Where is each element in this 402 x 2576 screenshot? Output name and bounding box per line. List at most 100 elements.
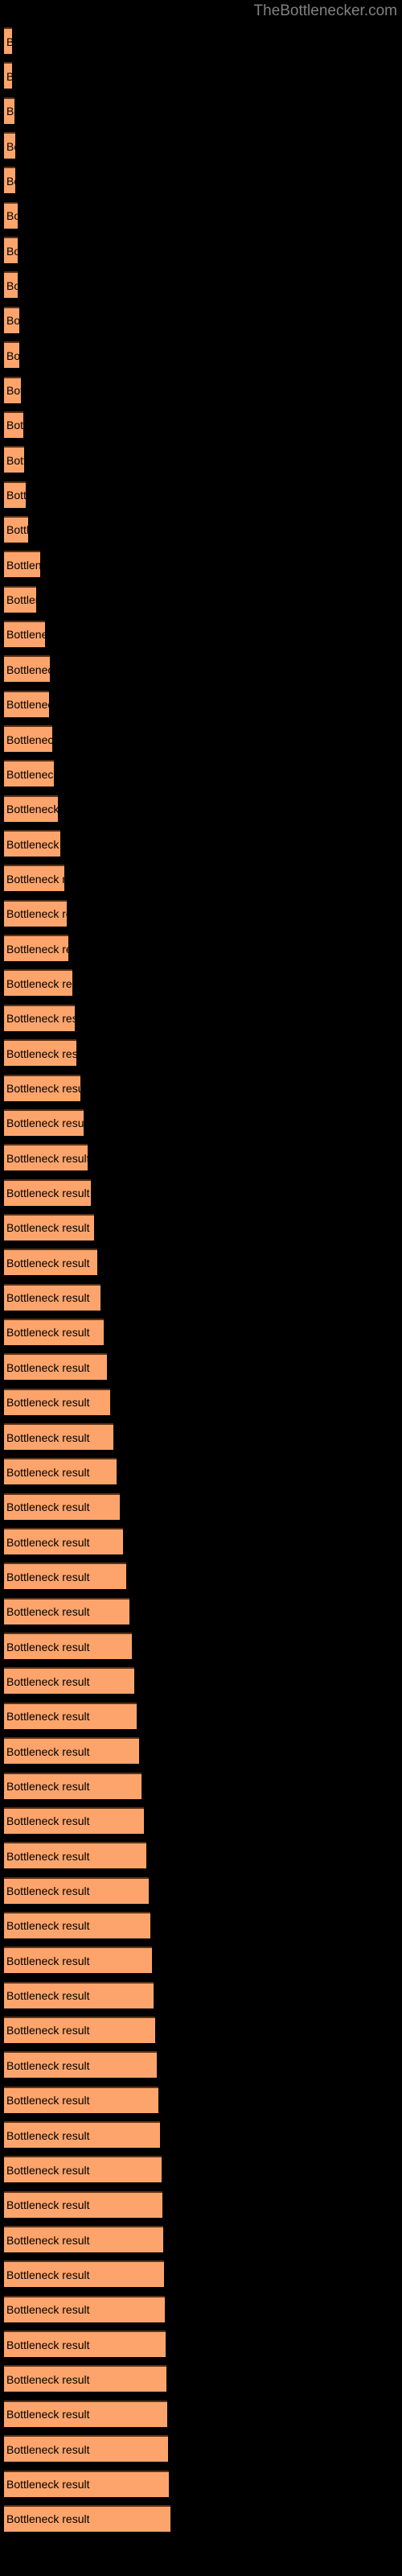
bar-row: Bottleneck result: [0, 411, 402, 440]
bar-row: Bottleneck result: [0, 1388, 402, 1417]
bar-label: Bottleneck result: [6, 698, 49, 712]
bar-row: Bottleneck result: [0, 1004, 402, 1033]
bar-label: Bottleneck result: [6, 1885, 90, 1898]
bar: Bottleneck result: [4, 167, 15, 194]
bar-row: Bottleneck result: [0, 690, 402, 719]
bar: Bottleneck result: [4, 1249, 97, 1276]
bar-row: Bottleneck result: [0, 1702, 402, 1731]
bar-row: Bottleneck result: [0, 1283, 402, 1312]
bar: Bottleneck result: [4, 1911, 150, 1938]
bar-row: Bottleneck result: [0, 167, 402, 195]
bar: Bottleneck result: [4, 1318, 104, 1345]
bar-label: Bottleneck result: [6, 1430, 90, 1444]
bar-label: Bottleneck result: [6, 2233, 90, 2247]
bar: Bottleneck result: [4, 306, 19, 333]
bar-row: Bottleneck result: [0, 97, 402, 126]
bar-label: Bottleneck result: [6, 2058, 90, 2072]
bar-label: Bottleneck result: [6, 105, 14, 118]
bar: Bottleneck result: [4, 1423, 113, 1450]
bar-row: Bottleneck result: [0, 1108, 402, 1137]
bar-label: Bottleneck result: [6, 733, 52, 746]
bar-label: Bottleneck result: [6, 1849, 90, 1863]
bar-label: Bottleneck result: [6, 942, 68, 956]
bar-row: Bottleneck result: [0, 132, 402, 160]
bar: Bottleneck result: [4, 446, 24, 473]
bar-label: Bottleneck result: [6, 872, 64, 886]
bar-label: Bottleneck result: [6, 1046, 76, 1060]
bar: Bottleneck result: [4, 1179, 91, 1206]
bar-label: Bottleneck result: [6, 2478, 90, 2491]
bar-label: Bottleneck result: [6, 1326, 90, 1340]
bar: Bottleneck result: [4, 2365, 166, 2392]
bar-label: Bottleneck result: [6, 2268, 90, 2281]
bar-row: Bottleneck result: [0, 2051, 402, 2079]
bar: Bottleneck result: [4, 1144, 88, 1171]
bar-row: Bottleneck result: [0, 1249, 402, 1277]
bar-label: Bottleneck result: [6, 523, 28, 537]
bar-row: Bottleneck result: [0, 1667, 402, 1695]
bar-row: Bottleneck result: [0, 1213, 402, 1242]
bar: Bottleneck result: [4, 1597, 129, 1624]
bar: Bottleneck result: [4, 97, 14, 124]
bar: Bottleneck result: [4, 1108, 84, 1136]
bar: Bottleneck result: [4, 1772, 142, 1799]
bar-label: Bottleneck result: [6, 279, 18, 292]
bar: Bottleneck result: [4, 830, 60, 857]
bar: Bottleneck result: [4, 1283, 100, 1311]
bar-label: Bottleneck result: [6, 1396, 90, 1410]
bar: Bottleneck result: [4, 2156, 162, 2183]
bar: Bottleneck result: [4, 899, 67, 927]
bar-label: Bottleneck result: [6, 1605, 90, 1619]
bar-label: Bottleneck result: [6, 384, 21, 397]
bar-label: Bottleneck result: [6, 1954, 90, 1967]
bar-row: Bottleneck result: [0, 585, 402, 614]
bar-row: Bottleneck result: [0, 1458, 402, 1486]
bar-label: Bottleneck result: [6, 1082, 80, 1095]
bar-label: Bottleneck result: [6, 1919, 90, 1933]
bar-row: Bottleneck result: [0, 376, 402, 405]
bar-label: Bottleneck result: [6, 349, 19, 362]
bar: Bottleneck result: [4, 2190, 162, 2218]
bar-label: Bottleneck result: [6, 1570, 90, 1583]
bar: Bottleneck result: [4, 1981, 154, 2008]
bar-row: Bottleneck result: [0, 271, 402, 299]
bar-label: Bottleneck result: [6, 1012, 75, 1026]
bar: Bottleneck result: [4, 1633, 132, 1660]
bar: Bottleneck result: [4, 27, 12, 54]
bar-label: Bottleneck result: [6, 1780, 90, 1793]
bar: Bottleneck result: [4, 2016, 155, 2043]
bar-row: Bottleneck result: [0, 306, 402, 335]
bar-row: Bottleneck result: [0, 481, 402, 510]
bar-row: Bottleneck result: [0, 2330, 402, 2359]
bar: Bottleneck result: [4, 1213, 94, 1241]
bar-row: Bottleneck result: [0, 2260, 402, 2289]
bar: Bottleneck result: [4, 2295, 165, 2322]
bar-row: Bottleneck result: [0, 1423, 402, 1451]
bar: Bottleneck result: [4, 2400, 167, 2427]
bar: Bottleneck result: [4, 1806, 144, 1834]
bar-row: Bottleneck result: [0, 237, 402, 265]
bar-label: Bottleneck result: [6, 593, 36, 607]
bar: Bottleneck result: [4, 795, 58, 822]
bar: Bottleneck result: [4, 411, 23, 438]
bar-label: Bottleneck result: [6, 2372, 90, 2386]
bar-label: Bottleneck result: [6, 1151, 88, 1165]
bar-row: Bottleneck result: [0, 2435, 402, 2463]
bar-label: Bottleneck result: [6, 837, 60, 851]
bar-row: Bottleneck result: [0, 1737, 402, 1765]
bar: Bottleneck result: [4, 1458, 117, 1485]
bar: Bottleneck result: [4, 585, 36, 613]
bar: Bottleneck result: [4, 2051, 157, 2079]
bar-row: Bottleneck result: [0, 2504, 402, 2533]
bar-row: Bottleneck result: [0, 1911, 402, 1940]
bar-label: Bottleneck result: [6, 1989, 90, 2003]
bar: Bottleneck result: [4, 690, 49, 717]
bar-label: Bottleneck result: [6, 1256, 90, 1269]
bar: Bottleneck result: [4, 237, 18, 264]
bar-row: Bottleneck result: [0, 1144, 402, 1172]
bar: Bottleneck result: [4, 2330, 166, 2358]
bar-label: Bottleneck result: [6, 803, 58, 816]
bar-label: Bottleneck result: [6, 2024, 90, 2037]
bar-row: Bottleneck result: [0, 2400, 402, 2429]
bar-label: Bottleneck result: [6, 209, 18, 223]
